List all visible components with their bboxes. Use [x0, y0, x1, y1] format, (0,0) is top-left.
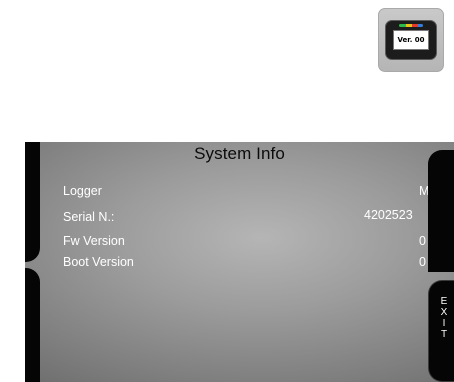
device-version-thumbnail: Ver. 00 — [378, 8, 444, 72]
device-icon: Ver. 00 — [385, 20, 437, 60]
screen-title: System Info — [194, 144, 285, 163]
logger-label: Logger — [63, 184, 102, 198]
left-bottom-button[interactable] — [25, 268, 40, 382]
fw-version-value: 0 — [419, 234, 426, 248]
fw-version-label: Fw Version — [63, 234, 125, 248]
device-screen-text: Ver. 00 — [393, 30, 429, 50]
right-top-button[interactable] — [428, 150, 454, 272]
serial-label: Serial N.: — [63, 210, 115, 224]
exit-button[interactable]: EXIT — [428, 280, 454, 382]
boot-version-label: Boot Version — [63, 255, 134, 269]
system-info-screen: System Info Logger M Serial N.: 4202523 … — [25, 142, 454, 382]
shift-lights-icon — [399, 24, 423, 27]
page: Ver. 00 System Info Logger M Serial N.: … — [0, 0, 454, 382]
serial-value: 4202523 — [364, 208, 413, 222]
boot-version-value: 0 — [419, 255, 426, 269]
exit-button-label: EXIT — [440, 296, 448, 340]
